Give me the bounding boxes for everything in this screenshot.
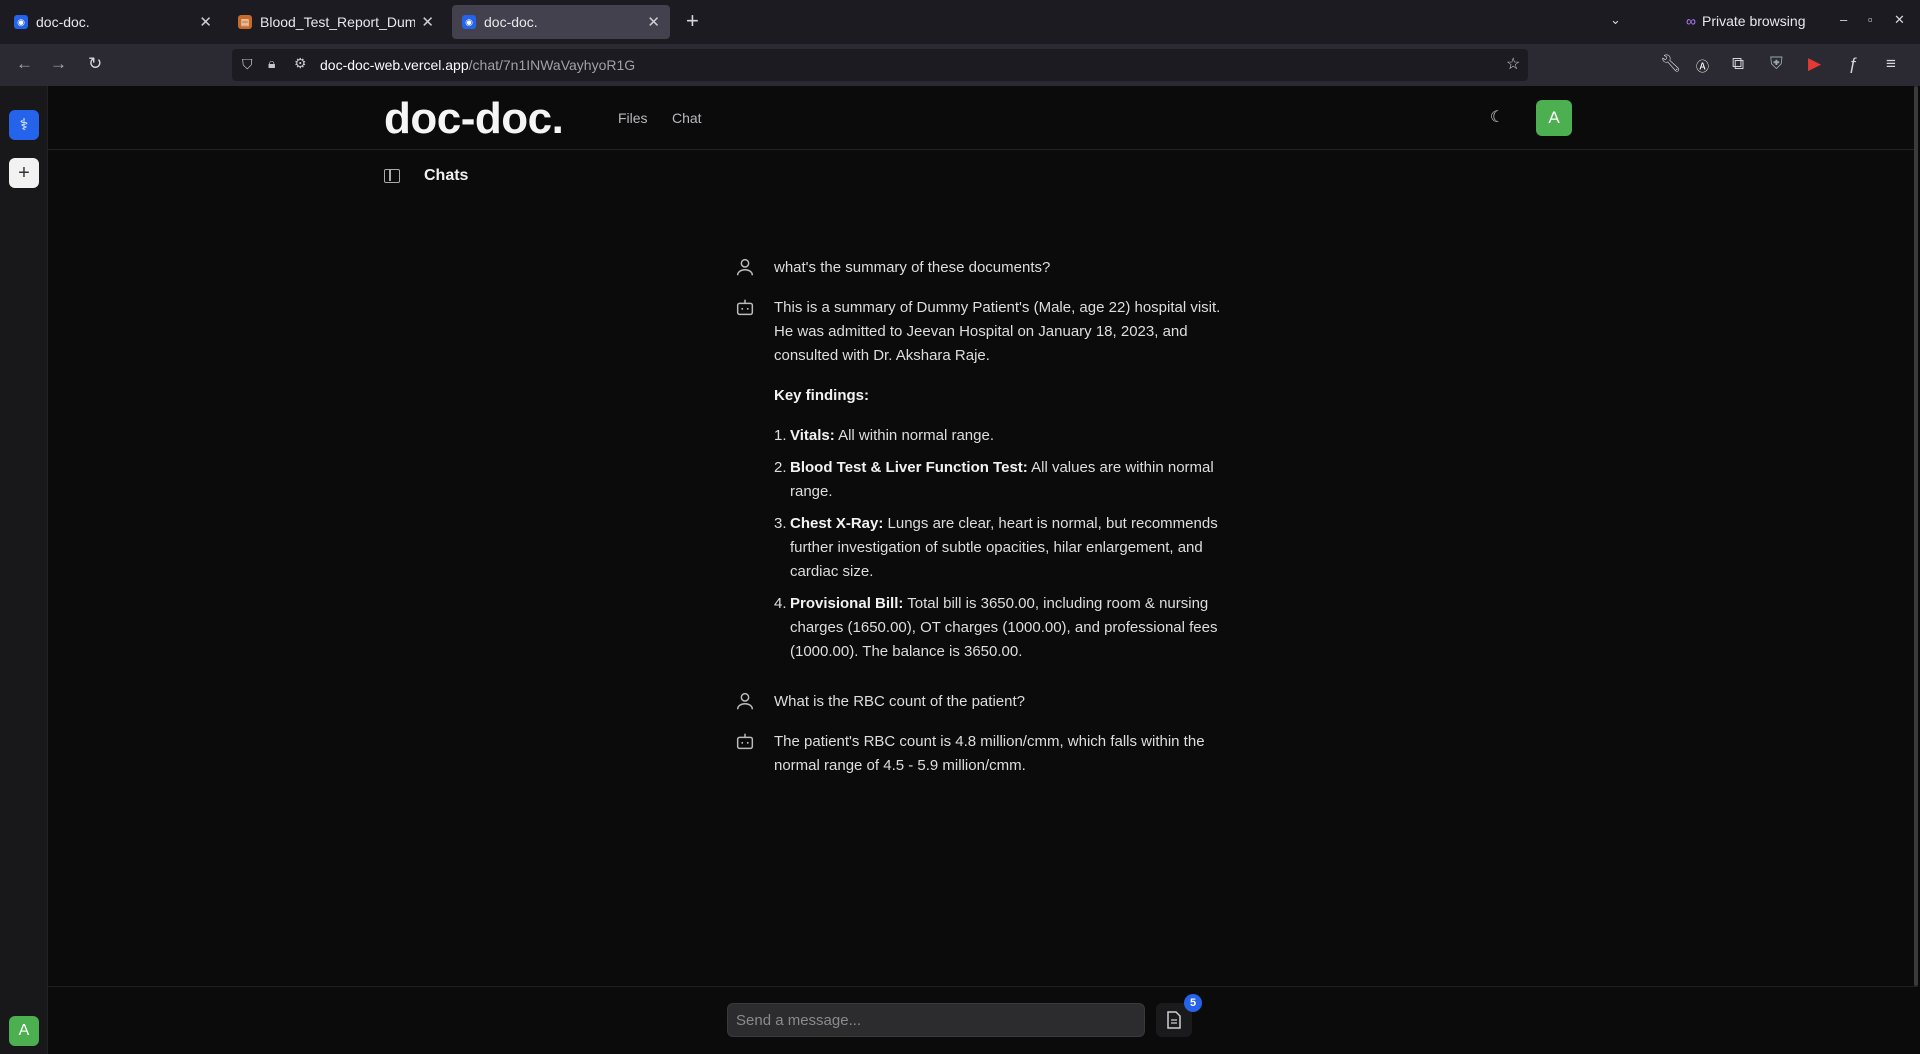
pdf-favicon-icon: ▤: [238, 15, 252, 29]
moon-icon: ☾: [1489, 109, 1505, 126]
message-text: The patient's RBC count is 4.8 million/c…: [774, 733, 1205, 774]
minimize-icon[interactable]: –: [1840, 12, 1847, 27]
url-path: /chat/7n1INWaVayhyoR1G: [468, 57, 636, 73]
message-body: This is a summary of Dummy Patient's (Ma…: [774, 296, 1234, 672]
scrollbar[interactable]: [1914, 86, 1918, 986]
ublock-shield-icon[interactable]: ⛨: [1770, 54, 1783, 74]
shield-icon[interactable]: ⛉: [242, 56, 253, 73]
user-icon: [736, 258, 754, 276]
list-item: 4. Provisional Bill: Total bill is 3650.0…: [774, 592, 1234, 664]
list-item: 1. Vitals: All within normal range.: [774, 424, 1234, 448]
nav-files-link[interactable]: Files: [618, 110, 648, 126]
url-bar[interactable]: ⛉ 🔒︎ ⚙ doc-doc-web.vercel.app/chat/7n1IN…: [232, 49, 1528, 81]
item-number: 2.: [774, 459, 787, 476]
theme-toggle-button[interactable]: ☾: [1480, 100, 1514, 134]
item-text: All within normal range.: [834, 427, 994, 444]
red-extension-icon[interactable]: ▶: [1808, 54, 1821, 74]
list-item: 3. Chest X-Ray: Lungs are clear, heart is…: [774, 512, 1234, 584]
item-label: Provisional Bill:: [790, 595, 904, 612]
private-browsing-label: Private browsing: [1701, 13, 1806, 29]
function-extension-icon[interactable]: ƒ: [1848, 54, 1857, 74]
key-findings-heading: Key findings:: [774, 387, 870, 404]
doc-doc-favicon-icon: ◉: [14, 15, 28, 29]
app-logo-icon[interactable]: ⚕: [9, 110, 39, 140]
composer-divider: [48, 986, 1918, 987]
tab-title: Blood_Test_Report_Dum: [260, 14, 416, 30]
browser-tab-1[interactable]: ◉ doc-doc. ✕: [4, 5, 222, 39]
restore-icon[interactable]: ▫: [1868, 12, 1873, 27]
close-window-icon[interactable]: ✕: [1894, 12, 1905, 28]
sidebar-toggle-icon[interactable]: [384, 169, 400, 183]
close-tab-icon[interactable]: ✕: [199, 13, 212, 31]
account-icon[interactable]: Ⓐ: [1696, 56, 1709, 75]
add-button[interactable]: +: [9, 158, 39, 188]
message-text: what's the summary of these documents?: [774, 259, 1051, 276]
browser-nav-bar: ← → ↻ ⛉ 🔒︎ ⚙ doc-doc-web.vercel.app/chat…: [0, 44, 1920, 86]
nav-chat-link[interactable]: Chat: [672, 110, 702, 126]
new-tab-button[interactable]: +: [686, 8, 699, 34]
app-header: doc-doc. Files Chat ☾ A: [48, 86, 1918, 150]
user-avatar[interactable]: A: [1536, 100, 1572, 136]
private-mask-icon: ∞: [1686, 13, 1696, 29]
message-text: What is the RBC count of the patient?: [774, 693, 1025, 710]
message-input[interactable]: [727, 1003, 1145, 1037]
user-icon: [736, 692, 754, 710]
left-rail: ⚕ + A: [0, 86, 48, 1054]
item-number: 1.: [774, 427, 787, 444]
item-label: Chest X-Ray:: [790, 515, 884, 532]
url-host: doc-doc-web.vercel.app: [320, 57, 469, 73]
private-browsing-indicator: ∞ Private browsing: [1686, 13, 1805, 29]
url-text[interactable]: doc-doc-web.vercel.app/chat/7n1INWaVayhy…: [320, 57, 635, 73]
tab-list-chevron-icon[interactable]: ⌄: [1610, 12, 1621, 28]
forward-arrow-icon[interactable]: →: [50, 54, 67, 74]
close-tab-icon[interactable]: ✕: [647, 13, 660, 31]
item-number: 4.: [774, 595, 787, 612]
findings-list: 1. Vitals: All within normal range. 2. Blo…: [774, 424, 1234, 664]
bookmark-star-icon[interactable]: ☆: [1506, 54, 1520, 74]
bot-icon: [736, 299, 754, 316]
files-count-badge: 5: [1184, 994, 1202, 1012]
chats-bar: Chats: [384, 164, 468, 188]
lock-icon[interactable]: 🔒︎: [268, 55, 275, 72]
site-permissions-icon[interactable]: ⚙: [294, 55, 307, 72]
hamburger-menu-icon[interactable]: ≡: [1886, 54, 1896, 74]
browser-tab-3[interactable]: ◉ doc-doc. ✕: [452, 5, 670, 39]
tab-title: doc-doc.: [484, 14, 538, 30]
brand-logo[interactable]: doc-doc.: [384, 94, 564, 144]
summary-intro: This is a summary of Dummy Patient's (Ma…: [774, 299, 1221, 364]
close-tab-icon[interactable]: ✕: [421, 13, 434, 31]
reload-icon[interactable]: ↻: [88, 54, 102, 74]
item-number: 3.: [774, 515, 787, 532]
item-label: Blood Test & Liver Function Test:: [790, 459, 1028, 476]
chats-title: Chats: [424, 167, 469, 184]
extensions-puzzle-icon[interactable]: ⧉: [1732, 54, 1744, 74]
doc-doc-favicon-icon: ◉: [462, 15, 476, 29]
tab-title: doc-doc.: [36, 14, 90, 30]
document-icon: [1167, 1011, 1181, 1029]
item-label: Vitals:: [790, 427, 835, 444]
back-arrow-icon[interactable]: ←: [16, 54, 33, 74]
browser-tab-strip: ◉ doc-doc. ✕ ▤ Blood_Test_Report_Dum ✕ ◉…: [0, 0, 1920, 44]
bot-icon: [736, 733, 754, 750]
rail-avatar[interactable]: A: [9, 1016, 39, 1046]
browser-tab-2[interactable]: ▤ Blood_Test_Report_Dum ✕: [228, 5, 444, 39]
wrench-icon[interactable]: 🔧︎: [1660, 54, 1682, 74]
list-item: 2. Blood Test & Liver Function Test: All …: [774, 456, 1234, 504]
